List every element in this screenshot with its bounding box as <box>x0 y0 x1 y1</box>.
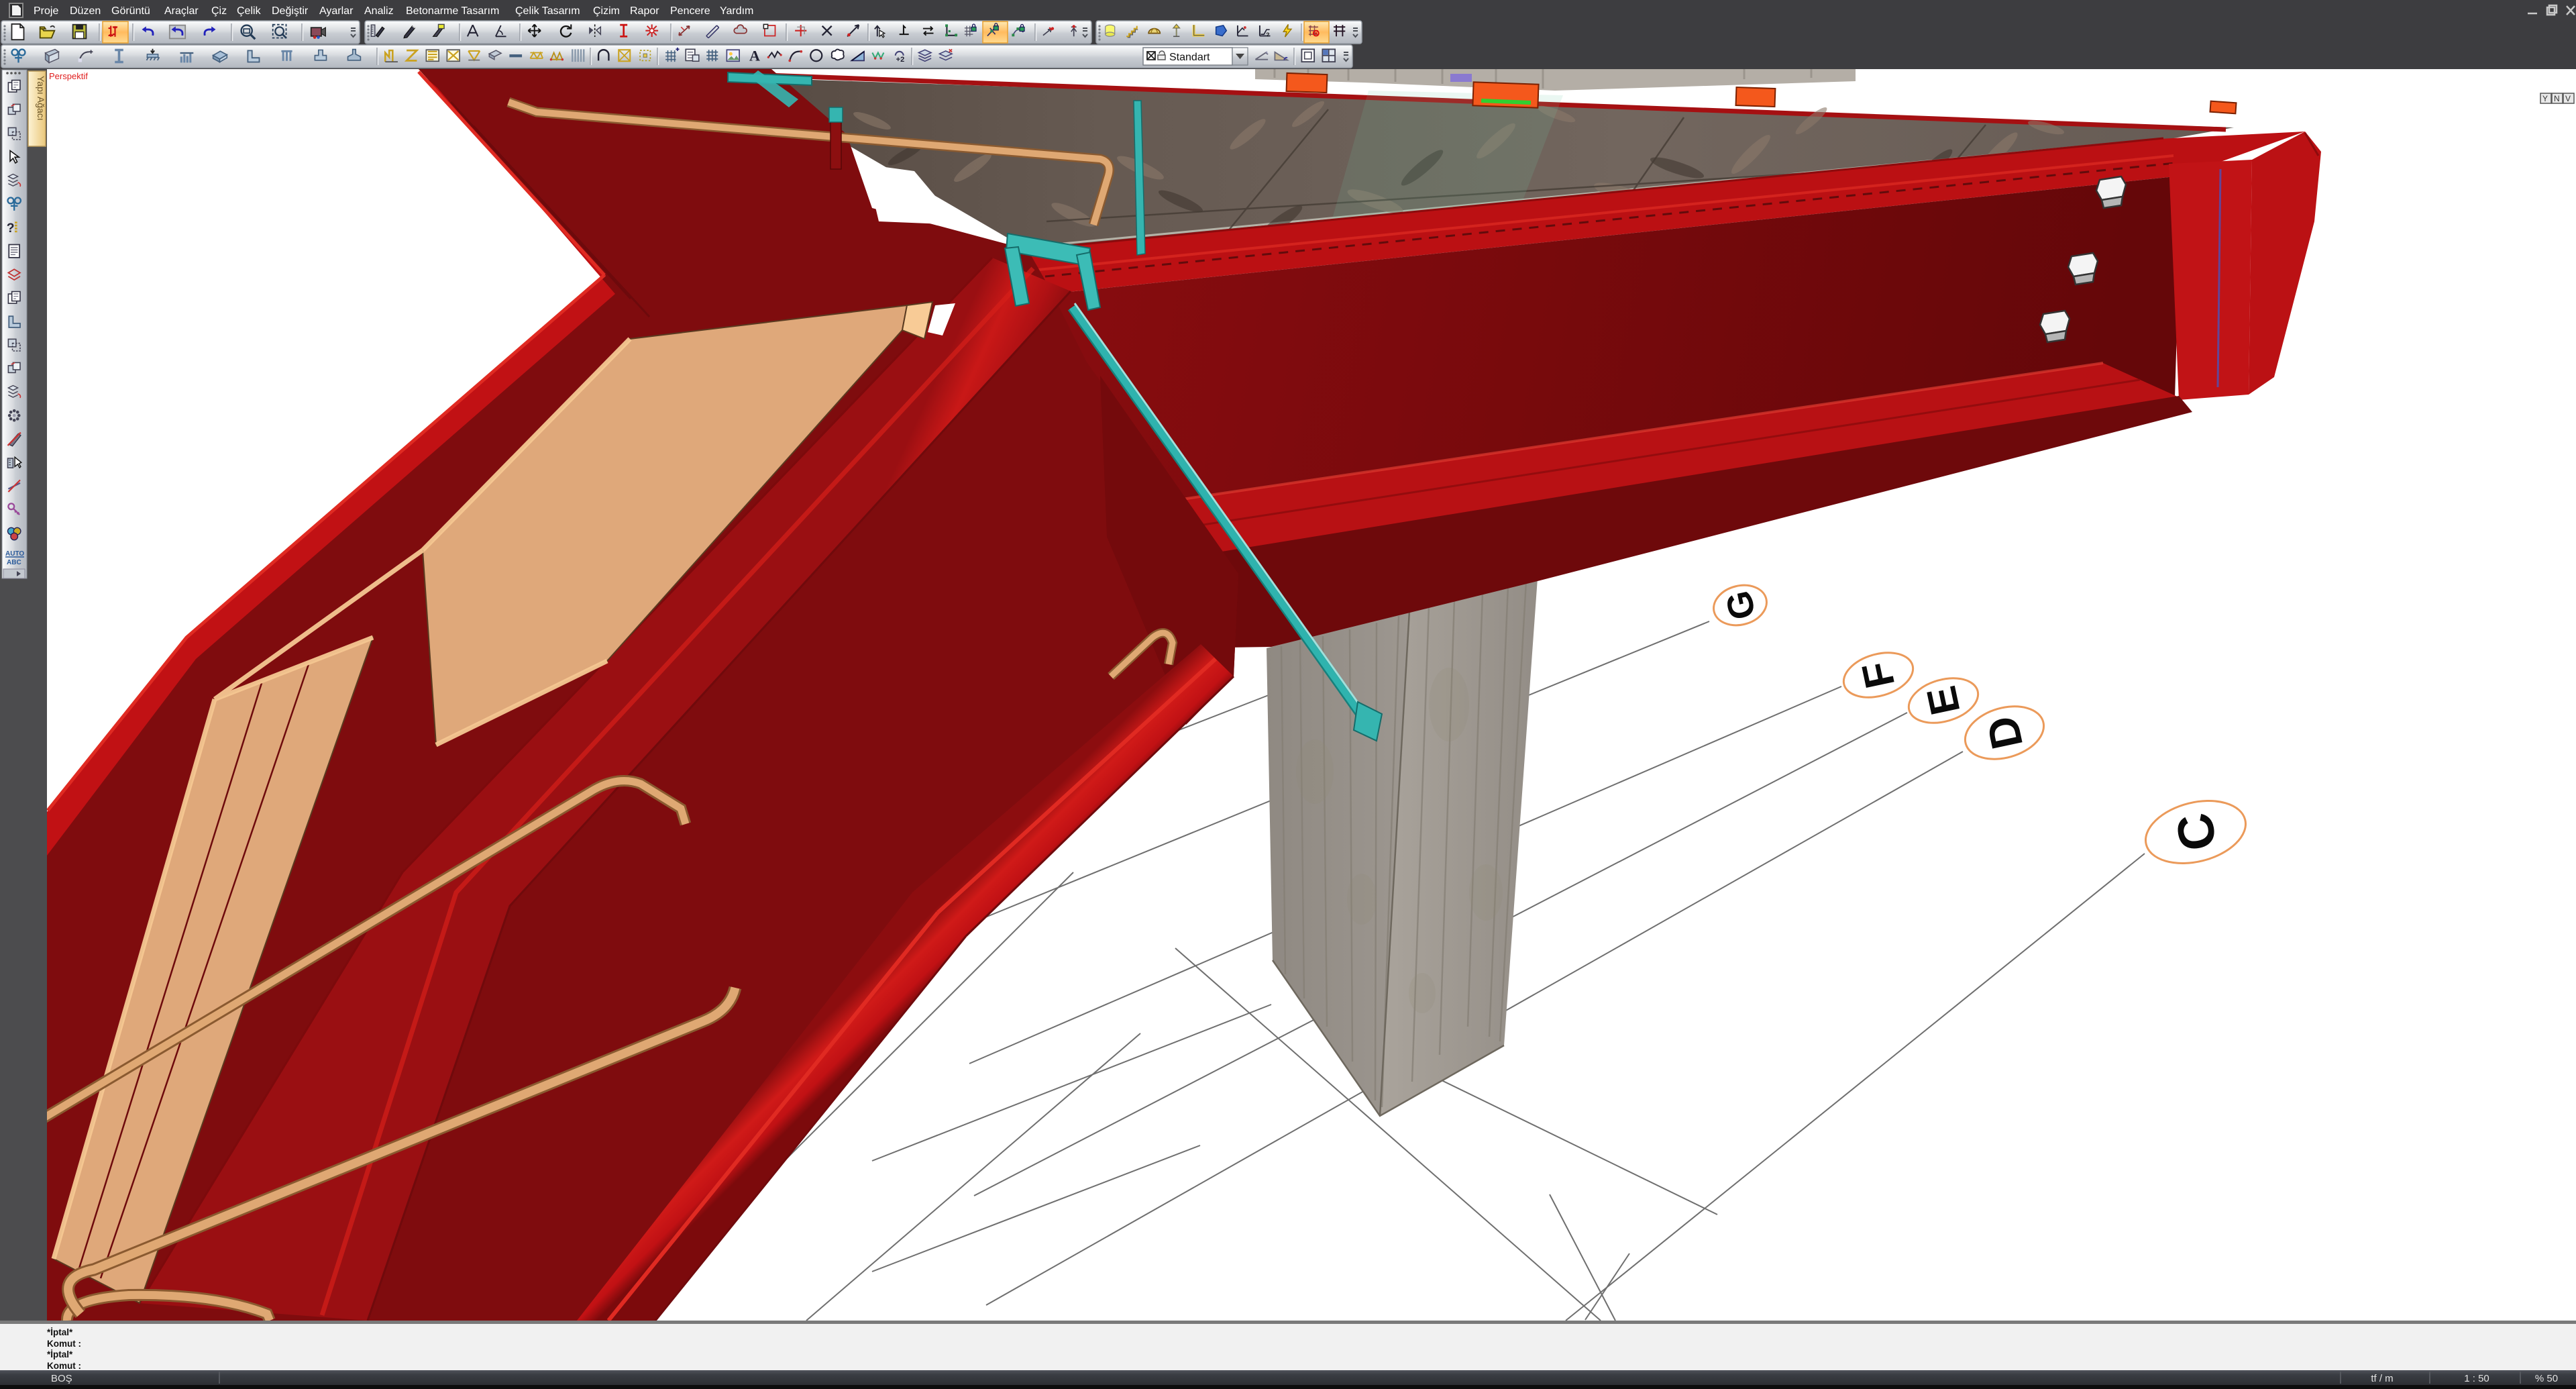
svg-text:1 : 50: 1 : 50 <box>2464 1373 2489 1384</box>
svg-text:Analiz: Analiz <box>364 5 394 17</box>
svg-text:Perspektif: Perspektif <box>49 71 88 81</box>
svg-text:Standart: Standart <box>1169 52 1210 63</box>
svg-text:N: N <box>2554 94 2560 103</box>
svg-text:Düzen: Düzen <box>70 5 101 17</box>
svg-text:Çelik Tasarım: Çelik Tasarım <box>515 5 580 17</box>
svg-text:*İptal*: *İptal* <box>47 1349 73 1359</box>
svg-text:?: ? <box>1266 31 1269 38</box>
svg-text:Rapor: Rapor <box>630 5 659 17</box>
svg-text:V: V <box>2565 94 2571 103</box>
svg-text:Değiştir: Değiştir <box>272 5 309 17</box>
svg-text:Görüntü: Görüntü <box>111 5 150 17</box>
svg-text:Proje: Proje <box>34 5 58 17</box>
svg-text:ABC: ABC <box>7 559 21 566</box>
svg-text:Çelik: Çelik <box>237 5 262 17</box>
svg-text:% 50: % 50 <box>2535 1373 2558 1384</box>
svg-text:A: A <box>749 47 760 64</box>
svg-text:tf / m: tf / m <box>2371 1373 2393 1384</box>
svg-text:*İptal*: *İptal* <box>47 1327 73 1337</box>
svg-text:BOŞ: BOŞ <box>51 1373 72 1384</box>
svg-text:Betonarme Tasarım: Betonarme Tasarım <box>406 5 499 17</box>
svg-text:Y: Y <box>2542 94 2548 103</box>
svg-text:Komut :: Komut : <box>47 1361 81 1371</box>
svg-text:Yapı Ağacı: Yapı Ağacı <box>36 76 46 121</box>
svg-text:Ayarlar: Ayarlar <box>319 5 354 17</box>
svg-text:Araçlar: Araçlar <box>164 5 199 17</box>
svg-text:?: ? <box>7 221 15 236</box>
svg-text:Komut :: Komut : <box>47 1339 81 1349</box>
svg-text:Çiz: Çiz <box>211 5 227 17</box>
svg-text:Çizim: Çizim <box>593 5 620 17</box>
svg-text:Yardım: Yardım <box>720 5 753 17</box>
svg-text:Pencere: Pencere <box>670 5 710 17</box>
svg-text:+2: +2 <box>896 56 905 64</box>
